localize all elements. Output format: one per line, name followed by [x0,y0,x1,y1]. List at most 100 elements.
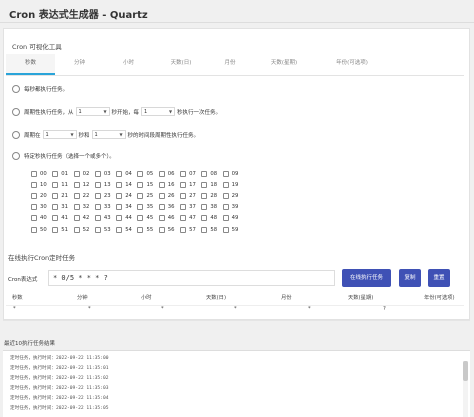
checkbox[interactable] [180,192,187,199]
second-checkbox-item[interactable]: 15 [137,179,158,190]
second-checkbox-item[interactable]: 28 [201,190,222,201]
second-checkbox-item[interactable]: 34 [116,202,137,213]
second-checkbox-item[interactable]: 05 [137,168,158,179]
checkbox[interactable] [52,181,59,188]
second-checkbox-item[interactable]: 08 [201,168,222,179]
checkbox[interactable] [116,170,123,177]
second-checkbox-item[interactable]: 07 [180,168,201,179]
second-checkbox-item[interactable]: 24 [116,190,137,201]
checkbox[interactable] [94,192,101,199]
tab-day-of-month[interactable]: 天数(日) [153,54,209,75]
checkbox[interactable] [116,181,123,188]
second-checkbox-item[interactable]: 09 [222,168,244,179]
radio-cycle[interactable] [12,107,20,116]
second-checkbox-item[interactable]: 58 [201,224,222,235]
second-checkbox-item[interactable]: 29 [222,190,244,201]
second-checkbox-item[interactable]: 57 [180,224,201,235]
second-checkbox-item[interactable]: 12 [73,179,95,190]
checkbox[interactable] [94,170,101,177]
checkbox[interactable] [201,226,208,233]
checkbox[interactable] [73,170,80,177]
checkbox[interactable] [31,192,37,199]
checkbox[interactable] [94,226,101,233]
checkbox[interactable] [180,181,187,188]
tab-minutes[interactable]: 分钟 [55,54,104,75]
checkbox[interactable] [73,192,80,199]
checkbox[interactable] [116,204,123,211]
range-to-select[interactable]: 1 ▼ [91,130,126,139]
tab-seconds[interactable]: 秒数 [6,54,55,75]
checkbox[interactable] [31,170,37,177]
checkbox[interactable] [180,204,187,211]
cron-expression-input[interactable]: * 0/5 * * * ? [48,270,335,286]
checkbox[interactable] [94,204,101,211]
checkbox[interactable] [222,215,229,222]
checkbox[interactable] [158,226,165,233]
checkbox[interactable] [52,204,59,211]
checkbox[interactable] [137,192,144,199]
second-checkbox-item[interactable]: 43 [94,213,116,224]
second-checkbox-item[interactable]: 25 [137,190,158,201]
checkbox[interactable] [180,215,187,222]
checkbox[interactable] [73,181,80,188]
cycle-step-select[interactable]: 1 ▼ [141,107,176,116]
second-checkbox-item[interactable]: 50 [31,224,52,235]
checkbox[interactable] [137,170,144,177]
checkbox[interactable] [31,215,37,222]
second-checkbox-item[interactable]: 38 [201,202,222,213]
second-checkbox-item[interactable]: 19 [222,179,244,190]
tab-year[interactable]: 年份(可选项) [317,54,387,75]
second-checkbox-item[interactable]: 54 [116,224,137,235]
second-checkbox-item[interactable]: 10 [31,179,52,190]
tab-day-of-week[interactable]: 天数(星期) [251,54,317,75]
second-checkbox-item[interactable]: 27 [180,190,201,201]
checkbox[interactable] [158,215,165,222]
second-checkbox-item[interactable]: 16 [158,179,180,190]
second-checkbox-item[interactable]: 46 [158,213,180,224]
second-checkbox-item[interactable]: 51 [52,224,73,235]
checkbox[interactable] [180,226,187,233]
second-checkbox-item[interactable]: 22 [73,190,95,201]
tab-month[interactable]: 月份 [209,54,251,75]
checkbox[interactable] [222,170,229,177]
second-checkbox-item[interactable]: 55 [137,224,158,235]
second-checkbox-item[interactable]: 52 [73,224,95,235]
checkbox[interactable] [94,215,101,222]
checkbox[interactable] [137,215,144,222]
second-checkbox-item[interactable]: 48 [201,213,222,224]
second-checkbox-item[interactable]: 32 [73,202,95,213]
second-checkbox-item[interactable]: 35 [137,202,158,213]
checkbox[interactable] [201,181,208,188]
second-checkbox-item[interactable]: 04 [116,168,137,179]
checkbox[interactable] [158,192,165,199]
checkbox[interactable] [180,170,187,177]
run-task-button[interactable]: 在线执行任务 [342,269,391,287]
second-checkbox-item[interactable]: 37 [180,202,201,213]
second-checkbox-item[interactable]: 13 [94,179,116,190]
second-checkbox-item[interactable]: 17 [180,179,201,190]
second-checkbox-item[interactable]: 00 [31,168,52,179]
second-checkbox-item[interactable]: 49 [222,213,244,224]
result-panel[interactable]: 定时任务，执行时间：2022-09-22 11:35:00 定时任务，执行时间：… [3,351,470,417]
checkbox[interactable] [94,181,101,188]
radio-every-second[interactable] [12,85,20,93]
radio-range[interactable] [12,130,20,139]
cycle-start-select[interactable]: 1 ▼ [75,107,110,116]
checkbox[interactable] [158,170,165,177]
checkbox[interactable] [31,226,37,233]
second-checkbox-item[interactable]: 39 [222,202,244,213]
second-checkbox-item[interactable]: 47 [180,213,201,224]
second-checkbox-item[interactable]: 06 [158,168,180,179]
second-checkbox-item[interactable]: 42 [73,213,95,224]
second-checkbox-item[interactable]: 03 [94,168,116,179]
second-checkbox-item[interactable]: 41 [52,213,73,224]
checkbox[interactable] [222,181,229,188]
option-range[interactable]: 周期在 1 ▼ 秒和 1 ▼ 秒的时间段周期性执行任务。 [12,130,199,139]
checkbox[interactable] [222,192,229,199]
checkbox[interactable] [137,181,144,188]
second-checkbox-item[interactable]: 30 [31,202,52,213]
second-checkbox-item[interactable]: 40 [31,213,52,224]
checkbox[interactable] [73,226,80,233]
checkbox[interactable] [52,215,59,222]
checkbox[interactable] [116,215,123,222]
